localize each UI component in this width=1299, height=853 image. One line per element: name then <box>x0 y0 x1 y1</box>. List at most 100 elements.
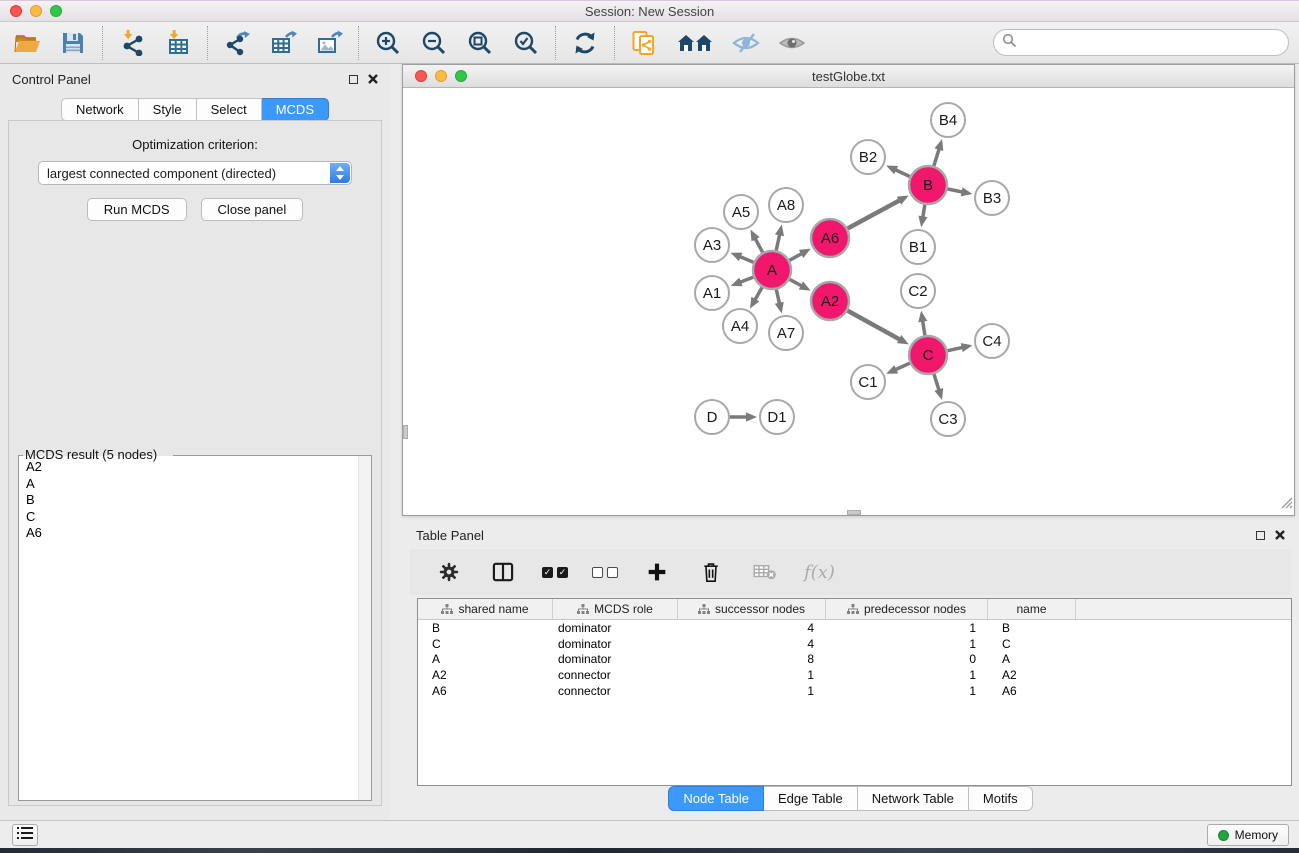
new-network-from-selection-button[interactable] <box>629 28 659 58</box>
column-header-predecessor-nodes[interactable]: predecessor nodes <box>826 599 988 619</box>
tab-edge-table[interactable]: Edge Table <box>764 786 858 811</box>
graph-edge[interactable] <box>848 311 901 340</box>
graph-edge[interactable] <box>755 238 763 253</box>
export-image-button[interactable] <box>314 28 344 58</box>
graph-edge[interactable] <box>739 277 753 282</box>
result-item[interactable]: A6 <box>20 525 357 542</box>
run-mcds-button[interactable]: Run MCDS <box>87 198 187 221</box>
network-window-titlebar[interactable]: testGlobe.txt <box>403 65 1294 88</box>
result-item[interactable]: C <box>20 509 357 526</box>
graph-edge[interactable] <box>948 189 964 192</box>
result-item[interactable]: B <box>20 492 357 509</box>
graph-node-A8[interactable]: A8 <box>769 188 803 222</box>
graph-edge[interactable] <box>776 290 779 305</box>
export-table-button[interactable] <box>268 28 298 58</box>
zoom-selected-button[interactable] <box>511 28 541 58</box>
open-session-button[interactable] <box>12 28 42 58</box>
hide-graphics-details-button[interactable] <box>731 28 761 58</box>
column-header-name[interactable]: name <box>988 599 1076 619</box>
graph-node-B3[interactable]: B3 <box>975 181 1009 215</box>
import-network-button[interactable] <box>117 28 147 58</box>
delete-columns-button[interactable] <box>696 557 726 587</box>
tab-mcds[interactable]: MCDS <box>262 98 329 121</box>
graph-node-B2[interactable]: B2 <box>851 140 885 174</box>
add-column-button[interactable] <box>642 557 672 587</box>
graph-node-D1[interactable]: D1 <box>760 400 794 434</box>
graph-node-A3[interactable]: A3 <box>695 228 729 262</box>
tab-network[interactable]: Network <box>61 98 139 121</box>
window-resize-grip[interactable] <box>1280 496 1293 514</box>
graph-node-A5[interactable]: A5 <box>724 195 758 229</box>
graph-edge[interactable] <box>934 374 939 391</box>
graph-edge[interactable] <box>923 205 925 219</box>
graph-node-A1[interactable]: A1 <box>695 276 729 310</box>
graph-edge[interactable] <box>739 256 754 262</box>
graph-node-A7[interactable]: A7 <box>769 316 803 350</box>
network-canvas[interactable]: B4B2BB3A8A5A6A3B1AC2A1A2A4A7C4CC1DC3D1 <box>403 88 1294 515</box>
save-session-button[interactable] <box>58 28 88 58</box>
float-panel-button[interactable] <box>349 75 358 84</box>
tab-motifs[interactable]: Motifs <box>969 786 1033 811</box>
mcds-result-list[interactable]: A2ABCA6 <box>20 459 357 799</box>
show-graphics-details-button[interactable] <box>777 28 807 58</box>
graph-node-A2[interactable]: A2 <box>811 282 849 320</box>
table-row[interactable]: A6connector11A6 <box>418 683 1291 699</box>
graph-edge[interactable] <box>894 363 909 370</box>
table-row[interactable]: A2connector11A2 <box>418 667 1291 683</box>
graph-node-B[interactable]: B <box>909 166 947 204</box>
deselect-all-button[interactable] <box>592 567 618 578</box>
export-network-button[interactable] <box>222 28 252 58</box>
table-row[interactable]: Cdominator41C <box>418 636 1291 652</box>
graph-node-C3[interactable]: C3 <box>931 402 965 436</box>
graph-edge[interactable] <box>948 347 964 351</box>
table-row[interactable]: Adominator80A <box>418 652 1291 668</box>
refresh-view-button[interactable] <box>570 28 600 58</box>
home-layout-button[interactable] <box>675 28 715 58</box>
result-scrollbar[interactable] <box>358 456 371 800</box>
close-table-panel-button[interactable] <box>1275 530 1285 540</box>
graph-node-A6[interactable]: A6 <box>811 219 849 257</box>
graph-edge[interactable] <box>894 169 910 176</box>
tab-node-table[interactable]: Node Table <box>668 786 764 811</box>
graph-node-D[interactable]: D <box>695 400 729 434</box>
tab-select[interactable]: Select <box>197 98 262 121</box>
graph-node-C2[interactable]: C2 <box>901 274 935 308</box>
close-panel-button[interactable] <box>368 74 378 84</box>
graph-node-C4[interactable]: C4 <box>975 324 1009 358</box>
import-table-button[interactable] <box>163 28 193 58</box>
float-table-panel-button[interactable] <box>1256 531 1265 540</box>
graph-edge[interactable] <box>790 253 803 260</box>
tab-style[interactable]: Style <box>139 98 197 121</box>
search-input[interactable] <box>1022 33 1288 53</box>
table-settings-button[interactable] <box>434 557 464 587</box>
task-history-button[interactable] <box>12 824 38 846</box>
column-header-shared-name[interactable]: shared name <box>418 599 553 619</box>
show-columns-button[interactable] <box>488 557 518 587</box>
table-row[interactable]: Bdominator41B <box>418 620 1291 636</box>
graph-node-B1[interactable]: B1 <box>901 230 935 264</box>
zoom-in-button[interactable] <box>373 28 403 58</box>
zoom-out-button[interactable] <box>419 28 449 58</box>
select-all-button[interactable]: ✓✓ <box>542 567 568 578</box>
graph-edge[interactable] <box>922 320 924 336</box>
column-header-successor-nodes[interactable]: successor nodes <box>678 599 826 619</box>
graph-node-B4[interactable]: B4 <box>931 103 965 137</box>
graph-edge[interactable] <box>754 287 762 300</box>
graph-node-C1[interactable]: C1 <box>851 365 885 399</box>
close-panel-button-mcds[interactable]: Close panel <box>201 198 304 221</box>
zoom-fit-button[interactable] <box>465 28 495 58</box>
graph-node-C[interactable]: C <box>909 336 947 374</box>
result-item[interactable]: A2 <box>20 459 357 476</box>
graph-edge[interactable] <box>934 148 940 166</box>
memory-button[interactable]: Memory <box>1207 824 1289 846</box>
criterion-dropdown[interactable]: largest connected component (directed) <box>38 161 352 185</box>
canvas-vertical-scrollbar[interactable] <box>403 425 408 439</box>
graph-edge[interactable] <box>848 200 901 229</box>
result-item[interactable]: A <box>20 476 357 493</box>
tab-network-table[interactable]: Network Table <box>858 786 969 811</box>
canvas-horizontal-scrollbar[interactable] <box>847 510 861 515</box>
graph-edge[interactable] <box>776 233 780 250</box>
column-header-mcds-role[interactable]: MCDS role <box>553 599 678 619</box>
search-field[interactable] <box>993 29 1289 56</box>
graph-node-A[interactable]: A <box>753 251 791 289</box>
